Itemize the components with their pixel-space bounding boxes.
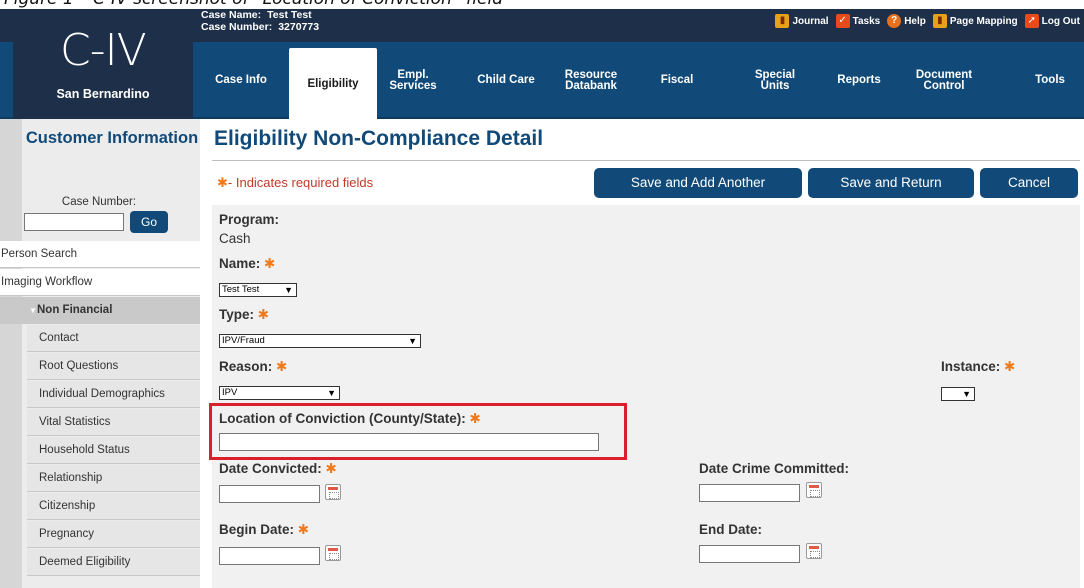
- chevron-down-icon: ▼: [408, 336, 417, 346]
- reason-select[interactable]: IPV ▼: [219, 386, 340, 400]
- tab-child-care[interactable]: Child Care: [463, 42, 549, 119]
- cancel-button[interactable]: Cancel: [980, 168, 1078, 198]
- tab-resource-databank[interactable]: Resource Databank: [555, 42, 627, 119]
- sidebar-item-household-status[interactable]: Household Status: [27, 437, 200, 464]
- calendar-icon[interactable]: [325, 545, 341, 561]
- title-divider: [212, 160, 1080, 161]
- end-date-label: End Date:: [699, 522, 763, 537]
- logo-text: C-IV: [60, 25, 147, 76]
- page-title: Eligibility Non-Compliance Detail: [214, 127, 544, 150]
- sidebar-group-non-financial[interactable]: ▼ Non Financial: [0, 297, 200, 324]
- case-number-input[interactable]: [24, 213, 124, 231]
- program-label: Program:: [219, 212, 280, 227]
- tab-eligibility[interactable]: Eligibility: [289, 48, 377, 121]
- save-and-add-another-button[interactable]: Save and Add Another: [594, 168, 802, 198]
- figure-caption: Figure 1 – C-IV screenshot of “Location …: [0, 0, 1084, 9]
- sidebar-item-vital-statistics[interactable]: Vital Statistics: [27, 409, 200, 436]
- chevron-down-icon: ▼: [284, 285, 293, 295]
- instance-select[interactable]: ▼: [941, 387, 975, 401]
- sidebar-item-citizenship[interactable]: Citizenship: [27, 493, 200, 520]
- required-note: ✱- Indicates required fields: [217, 175, 374, 190]
- sidebar-case-number-label: Case Number:: [61, 196, 137, 208]
- chevron-down-icon: ▼: [327, 388, 336, 398]
- book-icon: ▮: [932, 14, 947, 28]
- begin-date-input[interactable]: [219, 547, 320, 565]
- tab-special-units[interactable]: Special Units: [740, 42, 810, 119]
- sidebar-item-individual-demographics[interactable]: Individual Demographics: [27, 381, 200, 408]
- case-meta: Case Name: Test Test Case Number: 3270773: [201, 9, 319, 33]
- logout-link[interactable]: ➚ Log Out: [1024, 14, 1080, 28]
- tab-reports[interactable]: Reports: [824, 42, 894, 119]
- sidebar-title: Customer Information: [25, 129, 199, 147]
- case-number-label: Case Number:: [201, 21, 273, 33]
- sidebar-item-relationship[interactable]: Relationship: [27, 465, 200, 492]
- sidebar-item-contact[interactable]: Contact: [27, 325, 200, 352]
- county-name: San Bernardino: [56, 87, 150, 101]
- name-select[interactable]: Test Test ▼: [219, 283, 297, 297]
- required-asterisk-icon: ✱: [276, 359, 288, 374]
- field-highlight-box: [209, 403, 627, 460]
- logo[interactable]: C-IV San Bernardino: [13, 9, 193, 119]
- tab-tools[interactable]: Tools: [1024, 42, 1076, 119]
- tasks-link[interactable]: ✓ Tasks: [835, 14, 880, 28]
- begin-date-label: Begin Date: ✱: [219, 522, 310, 537]
- page-mapping-link[interactable]: ▮ Page Mapping: [932, 14, 1018, 28]
- case-number-value: 3270773: [278, 21, 320, 33]
- checkbox-icon: ✓: [835, 14, 850, 28]
- calendar-icon[interactable]: [325, 484, 341, 500]
- required-asterisk-icon: ✱: [217, 175, 228, 190]
- required-asterisk-icon: ✱: [1004, 359, 1016, 374]
- caret-down-icon: ▼: [29, 306, 37, 315]
- save-and-return-button[interactable]: Save and Return: [808, 168, 974, 198]
- help-icon: ?: [887, 14, 902, 28]
- calendar-icon[interactable]: [806, 543, 822, 559]
- go-button[interactable]: Go: [130, 211, 168, 233]
- date-convicted-label: Date Convicted: ✱: [219, 461, 337, 476]
- sidebar-item-person-search[interactable]: Person Search: [0, 241, 200, 268]
- end-date-input[interactable]: [699, 545, 800, 563]
- date-crime-committed-label: Date Crime Committed:: [699, 461, 850, 476]
- utility-links: ▮ Journal ✓ Tasks ? Help ▮ Page Mapping ➚ Log…: [775, 14, 1080, 28]
- book-icon: ▮: [775, 14, 790, 28]
- reason-label: Reason: ✱: [219, 359, 288, 374]
- type-label: Type: ✱: [219, 307, 270, 322]
- help-link[interactable]: ? Help: [887, 14, 926, 28]
- case-name-label: Case Name:: [201, 9, 262, 21]
- case-name-value: Test Test: [267, 9, 312, 21]
- journal-link[interactable]: ▮ Journal: [775, 14, 829, 28]
- program-value: Cash: [219, 231, 251, 246]
- type-select[interactable]: IPV/Fraud ▼: [219, 334, 421, 348]
- name-label: Name: ✱: [219, 256, 276, 271]
- tab-empl-services[interactable]: Empl. Services: [383, 42, 443, 119]
- sidebar-edge: [0, 119, 22, 588]
- instance-label: Instance: ✱: [941, 359, 1016, 374]
- sidebar-item-imaging-workflow[interactable]: Imaging Workflow: [0, 269, 200, 296]
- tab-case-info[interactable]: Case Info: [206, 42, 276, 119]
- sidebar-item-deemed-eligibility[interactable]: Deemed Eligibility: [27, 549, 200, 576]
- sidebar-item-pregnancy[interactable]: Pregnancy: [27, 521, 200, 548]
- chevron-down-icon: ▼: [962, 389, 971, 399]
- date-convicted-input[interactable]: [219, 485, 320, 503]
- required-asterisk-icon: ✱: [325, 461, 337, 476]
- tab-fiscal[interactable]: Fiscal: [652, 42, 702, 119]
- calendar-icon[interactable]: [806, 482, 822, 498]
- tab-document-control[interactable]: Document Control: [905, 42, 983, 119]
- required-asterisk-icon: ✱: [297, 522, 310, 537]
- required-asterisk-icon: ✱: [264, 256, 276, 271]
- sidebar-item-root-questions[interactable]: Root Questions: [27, 353, 200, 380]
- date-crime-committed-input[interactable]: [699, 484, 800, 502]
- logout-icon: ➚: [1024, 14, 1039, 28]
- required-asterisk-icon: ✱: [257, 307, 270, 322]
